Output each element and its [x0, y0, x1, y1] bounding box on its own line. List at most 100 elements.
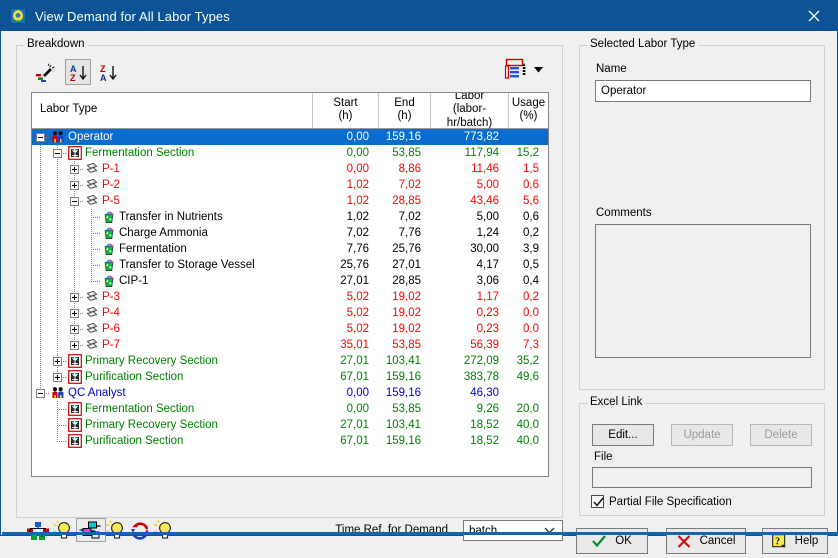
- collapse-icon[interactable]: [36, 133, 45, 142]
- collapse-icon[interactable]: [70, 197, 79, 206]
- row-name-cell[interactable]: QC Analyst: [32, 385, 312, 401]
- table-row[interactable]: P-5 1,02 28,85 43,46 5,6: [32, 193, 548, 209]
- table-row[interactable]: QC Analyst 0,00 159,16 46,30: [32, 385, 548, 401]
- name-value: Operator: [601, 85, 647, 97]
- row-name-cell[interactable]: P-5: [32, 193, 312, 209]
- tree-connector: [57, 273, 58, 289]
- tree-connector: [91, 217, 100, 218]
- row-name-cell[interactable]: P-7: [32, 337, 312, 353]
- row-name-cell[interactable]: Primary Recovery Section: [32, 417, 312, 433]
- collapse-icon[interactable]: [53, 149, 62, 158]
- checkbox-box: [591, 495, 604, 508]
- close-icon[interactable]: [791, 1, 837, 31]
- tree-connector: [40, 337, 41, 353]
- table-row[interactable]: P-6 5,02 19,02 0,23 0,0: [32, 321, 548, 337]
- excel-edit-button[interactable]: Edit...: [592, 424, 654, 446]
- sort-ascending-icon[interactable]: A Z: [65, 59, 91, 85]
- tree-connector: [57, 257, 58, 273]
- cross-icon: [677, 534, 690, 548]
- row-name-cell[interactable]: Operator: [32, 129, 312, 145]
- table-row[interactable]: Charge Ammonia 7,02 7,76 1,24 0,2: [32, 225, 548, 241]
- row-name-cell[interactable]: P-4: [32, 305, 312, 321]
- filter-wand-icon[interactable]: [31, 59, 57, 85]
- row-name-cell[interactable]: Purification Section: [32, 433, 312, 449]
- row-name-cell[interactable]: Fermentation Section: [32, 145, 312, 161]
- expand-icon[interactable]: [70, 341, 79, 350]
- operation-icon: [102, 258, 116, 272]
- row-name-cell[interactable]: CIP-1: [32, 273, 312, 289]
- row-name-cell[interactable]: P-1: [32, 161, 312, 177]
- row-name-cell[interactable]: P-3: [32, 289, 312, 305]
- column-header-usage[interactable]: Usage (%): [508, 93, 548, 128]
- row-name-cell[interactable]: P-6: [32, 321, 312, 337]
- cell-labor: 30,00: [470, 243, 499, 255]
- tree-connector: [40, 241, 41, 257]
- row-name-cell[interactable]: Primary Recovery Section: [32, 353, 312, 369]
- collapse-icon[interactable]: [36, 389, 45, 398]
- row-name-cell[interactable]: Fermentation Section: [32, 401, 312, 417]
- row-name-cell[interactable]: Transfer in Nutrients: [32, 209, 312, 225]
- table-row[interactable]: P-4 5,02 19,02 0,23 0,0: [32, 305, 548, 321]
- labor-breakdown-grid[interactable]: Labor Type Start (h) End (h) Labor (labor-h…: [31, 92, 549, 477]
- tree-connector: [40, 177, 41, 193]
- table-row[interactable]: Purification Section 67,01 159,16 18,52 40,0: [32, 433, 548, 449]
- row-name-cell[interactable]: Transfer to Storage Vessel: [32, 257, 312, 273]
- row-name-cell[interactable]: P-2: [32, 177, 312, 193]
- operation-icon: [102, 210, 116, 224]
- row-name-cell[interactable]: Charge Ammonia: [32, 225, 312, 241]
- partial-file-specification-checkbox[interactable]: Partial File Specification: [591, 495, 732, 508]
- cell-end: 159,16: [385, 371, 421, 383]
- column-header-start[interactable]: Start (h): [312, 93, 378, 128]
- column-header-name[interactable]: Labor Type: [32, 93, 312, 128]
- expand-icon[interactable]: [70, 165, 79, 174]
- cell-end: 7,02: [398, 179, 421, 191]
- table-row[interactable]: Operator 0,00 159,16 773,82: [32, 129, 548, 145]
- svg-text:Z: Z: [70, 73, 76, 83]
- comments-field[interactable]: [595, 224, 811, 358]
- expand-icon[interactable]: [70, 293, 79, 302]
- cell-labor: 117,94: [464, 147, 499, 159]
- table-row[interactable]: Transfer in Nutrients 1,02 7,02 5,00 0,6: [32, 209, 548, 225]
- cell-labor: 5,00: [476, 211, 499, 223]
- expand-icon[interactable]: [53, 373, 62, 382]
- table-row[interactable]: Fermentation Section 0,00 53,85 117,94 15,2: [32, 145, 548, 161]
- column-header-end[interactable]: End (h): [378, 93, 430, 128]
- row-name-cell[interactable]: Purification Section: [32, 369, 312, 385]
- table-row[interactable]: CIP-1 27,01 28,85 3,06 0,4: [32, 273, 548, 289]
- row-label: P-1: [102, 163, 120, 175]
- excel-link-legend: Excel Link: [587, 396, 646, 408]
- tree-connector: [40, 321, 41, 337]
- row-label: P-7: [102, 339, 120, 351]
- cell-usage: 5,6: [523, 195, 539, 207]
- view-options-button[interactable]: [504, 57, 548, 83]
- table-row[interactable]: Transfer to Storage Vessel 25,76 27,01 4,17…: [32, 257, 548, 273]
- table-row[interactable]: Purification Section 67,01 159,16 383,78 49,…: [32, 369, 548, 385]
- table-row[interactable]: P-3 5,02 19,02 1,17 0,2: [32, 289, 548, 305]
- grid-rows: Operator 0,00 159,16 773,82 Fermentation Sec…: [32, 129, 548, 449]
- svg-text:A: A: [100, 73, 107, 83]
- cell-end: 19,02: [392, 291, 421, 303]
- table-row[interactable]: P-1 0,00 8,86 11,46 1,5: [32, 161, 548, 177]
- expand-icon[interactable]: [70, 181, 79, 190]
- cell-start: 1,02: [346, 211, 369, 223]
- sort-descending-icon[interactable]: Z A: [95, 59, 121, 85]
- name-field[interactable]: Operator: [595, 80, 811, 102]
- cell-start: 0,00: [346, 131, 369, 143]
- tree-connector: [57, 337, 58, 353]
- table-row[interactable]: Fermentation Section 0,00 53,85 9,26 20,0: [32, 401, 548, 417]
- table-row[interactable]: P-7 35,01 53,85 56,39 7,3: [32, 337, 548, 353]
- cell-end: 53,85: [392, 403, 421, 415]
- table-row[interactable]: Fermentation 7,76 25,76 30,00 3,9: [32, 241, 548, 257]
- procedure-icon: [85, 338, 99, 352]
- table-row[interactable]: Primary Recovery Section 27,01 103,41 18,52…: [32, 417, 548, 433]
- expand-icon[interactable]: [70, 309, 79, 318]
- tree-connector: [57, 193, 58, 209]
- row-name-cell[interactable]: Fermentation: [32, 241, 312, 257]
- expand-icon[interactable]: [70, 325, 79, 334]
- table-row[interactable]: P-2 1,02 7,02 5,00 0,6: [32, 177, 548, 193]
- file-field[interactable]: [592, 467, 812, 488]
- tree-connector: [57, 241, 58, 257]
- table-row[interactable]: Primary Recovery Section 27,01 103,41 272,0…: [32, 353, 548, 369]
- column-header-labor[interactable]: Labor (labor-hr/batch): [430, 93, 508, 129]
- expand-icon[interactable]: [53, 357, 62, 366]
